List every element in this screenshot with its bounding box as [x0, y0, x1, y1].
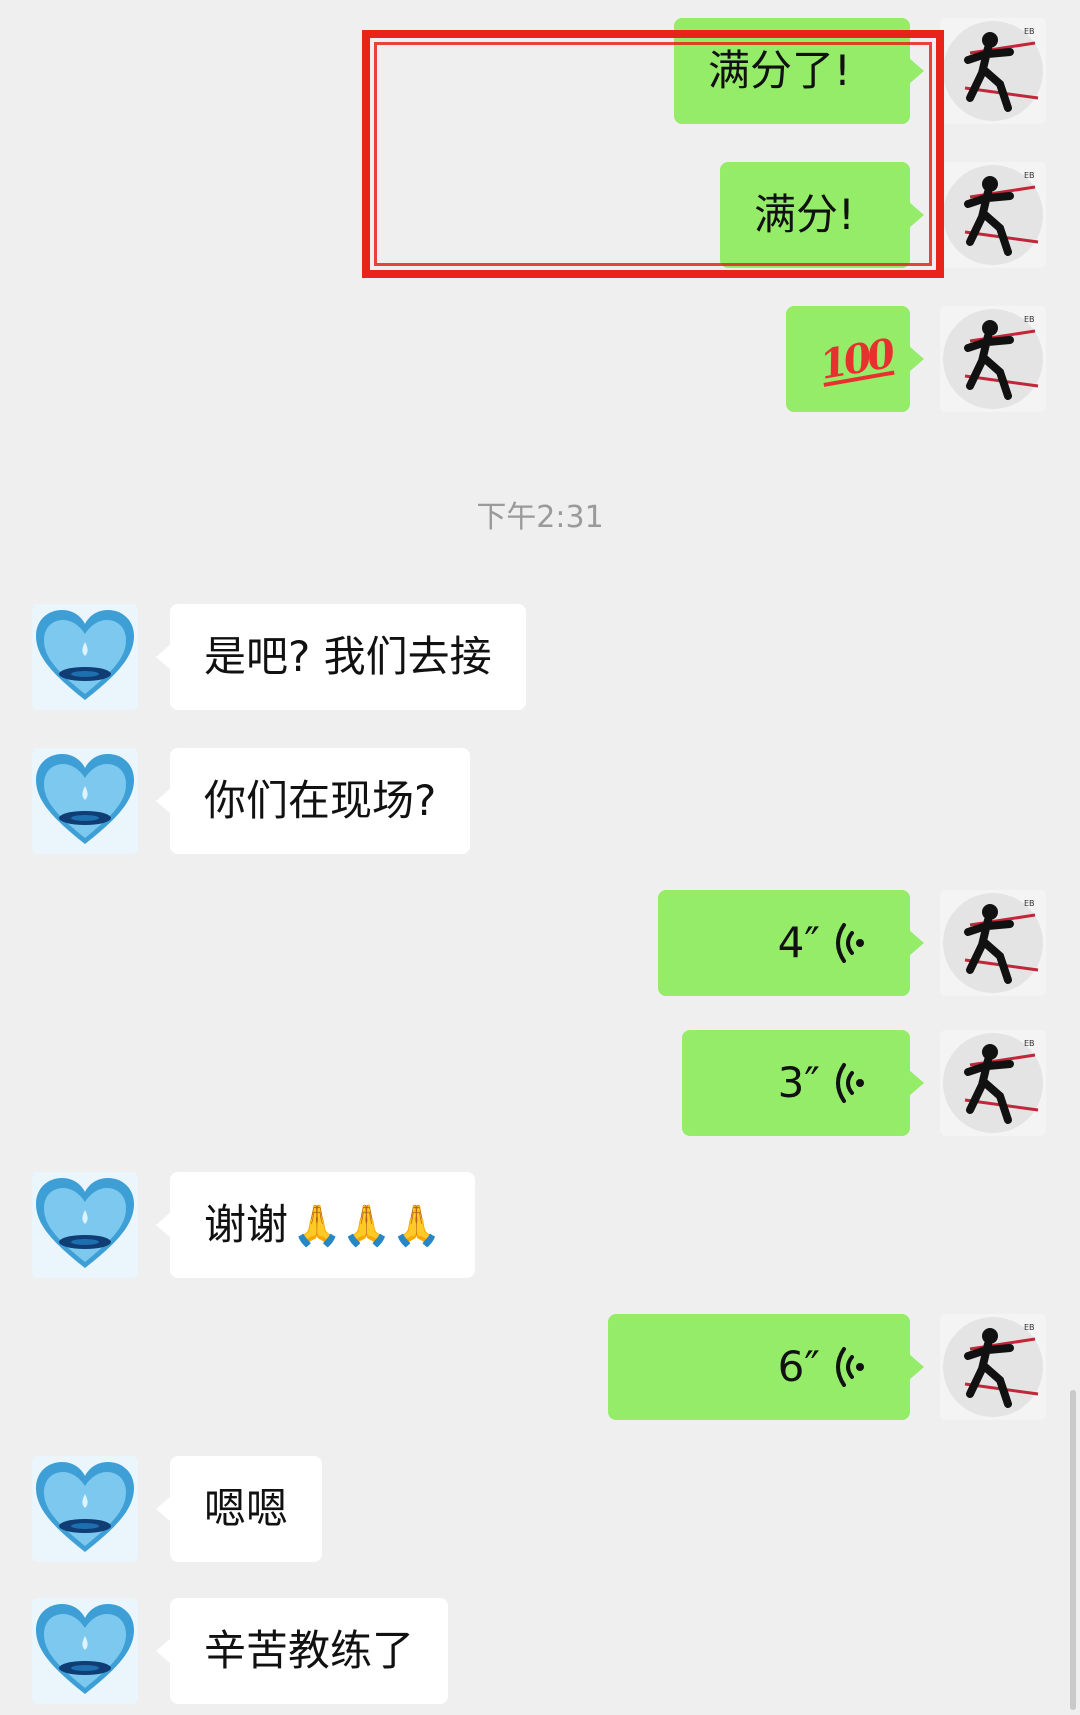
svg-text:EB: EB [1024, 1323, 1035, 1332]
svg-text:EB: EB [1024, 171, 1035, 180]
voice-wave-icon [836, 1063, 864, 1103]
runner-avatar-icon[interactable]: EB [940, 18, 1046, 124]
blue-heart-avatar-icon[interactable] [32, 1172, 138, 1278]
message-text: 满分! [754, 190, 855, 239]
voice-duration: 4″ [777, 918, 820, 967]
sent-text-bubble[interactable]: 满分! [720, 162, 924, 268]
message-text: 满分了! [708, 46, 851, 95]
blue-heart-avatar-icon[interactable] [32, 1456, 138, 1562]
voice-duration: 6″ [777, 1342, 820, 1391]
voice-message-bubble[interactable]: 4″ [658, 890, 924, 996]
runner-avatar-icon[interactable]: EB [940, 1314, 1046, 1420]
sent-text-bubble[interactable]: 满分了! [674, 18, 924, 124]
received-text-bubble[interactable]: 辛苦教练了 [155, 1598, 449, 1704]
message-text: 嗯嗯 [204, 1484, 289, 1533]
voice-wave-icon [836, 923, 864, 963]
blue-heart-avatar-icon[interactable] [32, 1598, 138, 1704]
blue-heart-avatar-icon[interactable] [32, 604, 138, 710]
runner-avatar-icon[interactable]: EB [940, 1030, 1046, 1136]
svg-text:EB: EB [1024, 315, 1035, 324]
chat-timestamp: 下午2:31 [476, 500, 604, 535]
svg-text:EB: EB [1024, 1039, 1035, 1048]
message-text: 你们在现场? [204, 776, 437, 825]
blue-heart-avatar-icon[interactable] [32, 748, 138, 854]
sent-emoji-bubble[interactable]: 100 [786, 306, 924, 412]
received-text-bubble[interactable]: 是吧? 我们去接 [156, 604, 526, 710]
runner-avatar-icon[interactable]: EB [940, 890, 1046, 996]
runner-avatar-icon[interactable]: EB [940, 306, 1046, 412]
message-text: 辛苦教练了 [204, 1626, 415, 1675]
received-text-bubble[interactable]: 嗯嗯 [155, 1456, 323, 1562]
received-text-bubble[interactable]: 你们在现场? [155, 748, 471, 854]
svg-text:EB: EB [1024, 899, 1035, 908]
praying-hands-emoji: 🙏🙏🙏 [292, 1203, 442, 1249]
runner-avatar-icon[interactable]: EB [940, 162, 1046, 268]
voice-message-bubble[interactable]: 6″ [608, 1314, 924, 1420]
voice-message-bubble[interactable]: 3″ [682, 1030, 924, 1136]
svg-text:EB: EB [1024, 27, 1035, 36]
received-text-bubble[interactable]: 谢谢 🙏🙏🙏 [155, 1172, 476, 1278]
hundred-points-emoji: 100 [816, 330, 895, 389]
voice-duration: 3″ [777, 1058, 820, 1107]
voice-wave-icon [836, 1347, 864, 1387]
scrollbar[interactable] [1070, 1390, 1076, 1710]
message-text: 谢谢 [204, 1200, 289, 1249]
message-text: 是吧? 我们去接 [204, 632, 492, 681]
